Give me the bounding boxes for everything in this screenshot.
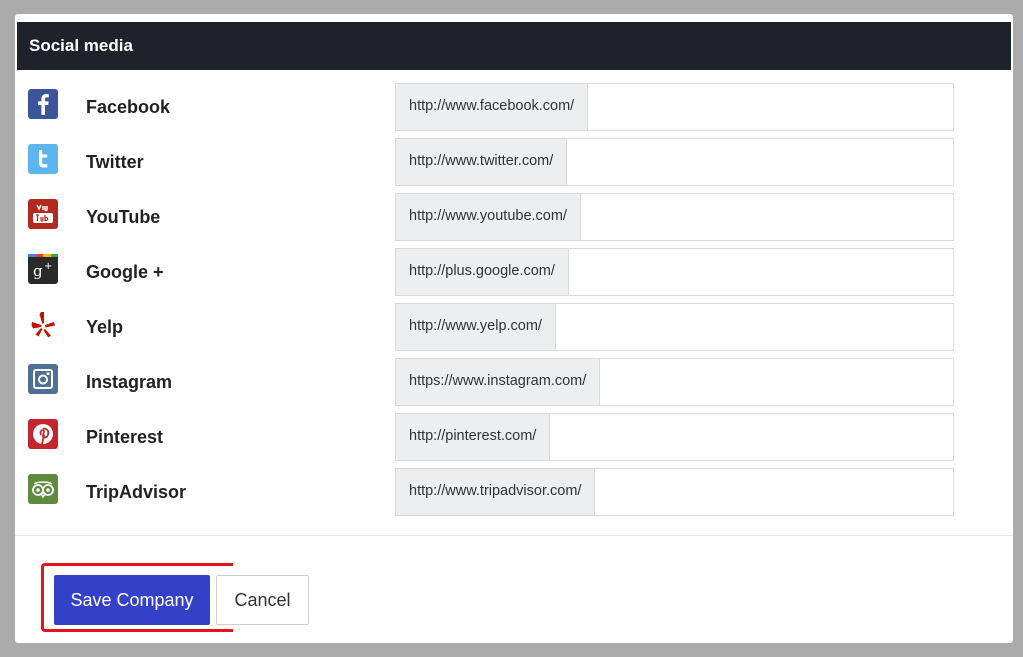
url-prefix: http://www.tripadvisor.com/ <box>396 469 596 515</box>
google-plus-url-group: http://plus.google.com/ <box>395 248 954 296</box>
youtube-url-input[interactable] <box>580 194 953 240</box>
url-prefix: http://www.yelp.com/ <box>396 304 556 350</box>
pinterest-icon <box>28 419 58 449</box>
social-label: YouTube <box>86 207 161 227</box>
highlight-edge-bottom <box>195 629 235 632</box>
youtube-url-group: http://www.youtube.com/ <box>395 193 954 241</box>
svg-text:+: + <box>44 261 52 272</box>
social-label: Pinterest <box>86 427 164 447</box>
social-row-yelp: Yelp http://www.yelp.com/ <box>15 303 1013 351</box>
social-row-twitter: Twitter http://www.twitter.com/ <box>15 138 1013 186</box>
pinterest-url-input[interactable] <box>550 414 953 460</box>
social-label: Google + <box>86 262 164 282</box>
twitter-url-input[interactable] <box>567 139 953 185</box>
url-prefix: http://www.facebook.com/ <box>396 84 589 130</box>
instagram-url-input[interactable] <box>600 359 953 405</box>
tripadvisor-icon <box>28 474 58 504</box>
highlight-edge-top <box>195 563 235 566</box>
social-media-card: Social media Facebook http://www.faceboo… <box>15 14 1013 643</box>
facebook-url-input[interactable] <box>588 84 953 130</box>
yelp-icon <box>28 309 58 339</box>
svg-text:g: g <box>33 262 43 280</box>
tripadvisor-url-group: http://www.tripadvisor.com/ <box>395 468 954 516</box>
facebook-url-group: http://www.facebook.com/ <box>395 83 954 131</box>
instagram-url-group: https://www.instagram.com/ <box>395 358 954 406</box>
footer-divider <box>15 535 1013 536</box>
social-row-google-plus: g + Google + http://plus.google.com/ <box>15 248 1013 296</box>
facebook-icon <box>28 89 58 119</box>
cancel-button[interactable]: Cancel <box>216 575 309 625</box>
twitter-url-group: http://www.twitter.com/ <box>395 138 954 186</box>
url-prefix: http://plus.google.com/ <box>396 249 569 295</box>
social-label: Yelp <box>86 317 124 337</box>
section-header: Social media <box>17 22 1011 70</box>
google-plus-url-input[interactable] <box>568 249 953 295</box>
yelp-url-input[interactable] <box>555 304 953 350</box>
url-prefix: https://www.instagram.com/ <box>396 359 601 405</box>
url-prefix: http://www.youtube.com/ <box>396 194 581 240</box>
url-prefix: http://www.twitter.com/ <box>396 139 568 185</box>
google-plus-icon: g + <box>28 254 58 284</box>
social-label: TripAdvisor <box>86 482 187 502</box>
pinterest-url-group: http://pinterest.com/ <box>395 413 954 461</box>
social-row-facebook: Facebook http://www.facebook.com/ <box>15 83 1013 131</box>
social-label: Twitter <box>86 152 144 172</box>
social-row-instagram: Instagram https://www.instagram.com/ <box>15 358 1013 406</box>
instagram-icon <box>28 364 58 394</box>
save-company-button[interactable]: Save Company <box>54 575 210 625</box>
yelp-url-group: http://www.yelp.com/ <box>395 303 954 351</box>
social-label: Instagram <box>86 372 173 392</box>
tripadvisor-url-input[interactable] <box>595 469 953 515</box>
youtube-icon <box>28 199 58 229</box>
social-row-pinterest: Pinterest http://pinterest.com/ <box>15 413 1013 461</box>
social-row-tripadvisor: TripAdvisor http://www.tripadvisor.com/ <box>15 468 1013 516</box>
social-label: Facebook <box>86 97 171 117</box>
twitter-icon <box>28 144 58 174</box>
url-prefix: http://pinterest.com/ <box>396 414 551 460</box>
social-row-youtube: YouTube http://www.youtube.com/ <box>15 193 1013 241</box>
